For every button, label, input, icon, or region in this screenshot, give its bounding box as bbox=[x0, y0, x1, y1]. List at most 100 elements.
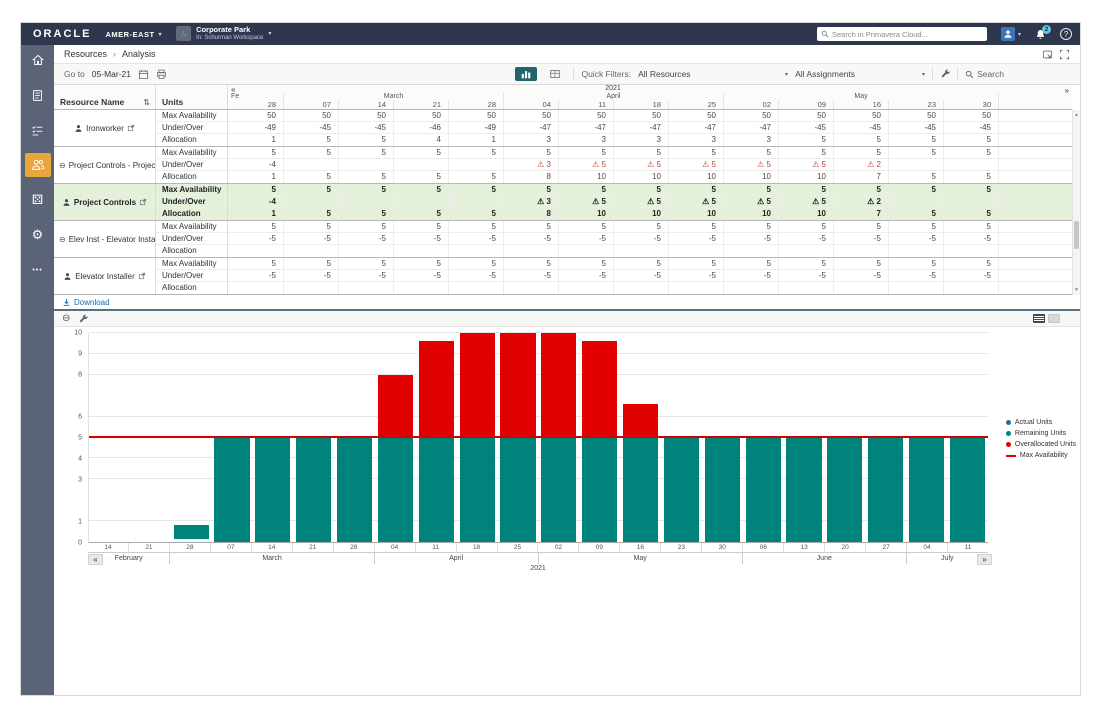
goto-date-field[interactable]: 05-Mar-21 bbox=[92, 69, 131, 79]
usage-bar[interactable] bbox=[623, 404, 659, 542]
chart-settings-button[interactable] bbox=[78, 314, 88, 324]
remaining-bar-segment[interactable] bbox=[255, 437, 291, 542]
remaining-bar-segment[interactable] bbox=[704, 437, 740, 542]
remaining-bar-segment[interactable] bbox=[337, 437, 373, 542]
global-search-box[interactable] bbox=[816, 27, 987, 41]
usage-bar[interactable] bbox=[745, 437, 781, 542]
overallocated-bar-segment[interactable] bbox=[541, 333, 577, 438]
sidebar-item-settings[interactable]: ⚙ bbox=[25, 223, 51, 247]
print-button[interactable] bbox=[156, 69, 167, 80]
histogram-view-button[interactable] bbox=[515, 67, 538, 81]
sidebar-item-more[interactable]: ••• bbox=[25, 258, 51, 282]
remaining-bar-segment[interactable] bbox=[500, 437, 536, 542]
timeline-next-button[interactable]: » bbox=[1065, 86, 1069, 95]
resource-name-cell[interactable]: ⊖Project Controls - Project Co... bbox=[54, 147, 156, 183]
workspace-selector[interactable]: ∴ Corporate Park In: Schurman Workspace … bbox=[176, 26, 271, 42]
resource-row-group[interactable]: ⊖Elev Inst - Elevator InstallerMax Avail… bbox=[54, 221, 1072, 258]
usage-bar[interactable] bbox=[173, 525, 209, 542]
resource-row-group[interactable]: Elevator Installer Max Availability Under/… bbox=[54, 258, 1072, 295]
sidebar-item-home[interactable] bbox=[25, 48, 51, 72]
resource-name-cell[interactable]: ⊖Elev Inst - Elevator Installer bbox=[54, 221, 156, 257]
remaining-bar-segment[interactable] bbox=[909, 437, 945, 542]
scroll-down-icon[interactable]: ▼ bbox=[1074, 287, 1079, 293]
legend-item[interactable]: Remaining Units bbox=[1005, 430, 1076, 437]
remaining-bar-segment[interactable] bbox=[296, 437, 332, 542]
overallocated-bar-segment[interactable] bbox=[582, 341, 618, 438]
remaining-bar-segment[interactable] bbox=[418, 437, 454, 543]
usage-bar[interactable] bbox=[909, 437, 945, 542]
open-details-icon[interactable] bbox=[138, 272, 146, 280]
collapse-icon[interactable]: ⊖ bbox=[59, 235, 66, 244]
legend-item[interactable]: Actual Units bbox=[1005, 419, 1076, 426]
fullscreen-button[interactable] bbox=[1059, 49, 1070, 60]
sidebar-item-resources[interactable] bbox=[24, 153, 51, 177]
usage-bar[interactable] bbox=[418, 341, 454, 543]
resource-name-cell[interactable]: Elevator Installer bbox=[54, 258, 156, 294]
resources-filter-dropdown[interactable]: All Resources ▾ bbox=[638, 69, 788, 79]
overallocated-bar-segment[interactable] bbox=[459, 333, 495, 438]
resource-row-group[interactable]: ⊖Project Controls - Project Co...Max Ava… bbox=[54, 147, 1072, 184]
resource-name-cell[interactable]: Ironworker bbox=[54, 110, 156, 146]
remaining-bar-segment[interactable] bbox=[214, 437, 250, 542]
usage-bar[interactable] bbox=[786, 437, 822, 542]
help-button[interactable]: ? bbox=[1060, 28, 1072, 40]
global-search-input[interactable] bbox=[831, 29, 977, 39]
remaining-bar-segment[interactable] bbox=[745, 437, 781, 542]
usage-bar[interactable] bbox=[827, 437, 863, 542]
open-details-icon[interactable] bbox=[139, 198, 147, 206]
resource-name-column-header[interactable]: Resource Name ⇅ bbox=[54, 85, 156, 109]
collapse-icon[interactable]: ⊖ bbox=[59, 161, 66, 170]
sidebar-item-portfolio[interactable] bbox=[25, 83, 51, 107]
remaining-bar-segment[interactable] bbox=[377, 437, 413, 543]
chart-scroll-right-button[interactable]: » bbox=[977, 554, 992, 565]
usage-bar[interactable] bbox=[500, 333, 536, 542]
open-details-icon[interactable] bbox=[127, 124, 135, 132]
download-link[interactable]: Download bbox=[62, 298, 110, 307]
usage-bar[interactable] bbox=[214, 437, 250, 542]
usage-bar[interactable] bbox=[582, 341, 618, 543]
usage-bar[interactable] bbox=[663, 437, 700, 542]
vertical-scrollbar[interactable]: ▲ ▼ bbox=[1072, 110, 1080, 295]
usage-bar[interactable] bbox=[868, 437, 904, 542]
remaining-bar-segment[interactable] bbox=[623, 437, 659, 542]
chart-scroll-left-button[interactable]: « bbox=[88, 554, 103, 565]
assignments-filter-dropdown[interactable]: All Assignments ▾ bbox=[795, 69, 925, 79]
overallocated-bar-segment[interactable] bbox=[377, 374, 413, 438]
resource-name-cell[interactable]: Project Controls bbox=[54, 184, 156, 220]
customize-button[interactable] bbox=[940, 69, 950, 79]
resource-row-group[interactable]: Ironworker Max Availability Under/Over Allo… bbox=[54, 110, 1072, 147]
remaining-bar-segment[interactable] bbox=[949, 437, 986, 542]
remaining-bar-segment[interactable] bbox=[868, 437, 904, 542]
legend-item[interactable]: Max Availability bbox=[1005, 452, 1076, 459]
remaining-bar-segment[interactable] bbox=[786, 437, 822, 542]
legend-item[interactable]: Overallocated Units bbox=[1005, 441, 1076, 448]
dock-panel-button[interactable] bbox=[1042, 49, 1053, 60]
spreadsheet-view-button[interactable] bbox=[544, 67, 566, 81]
sort-icon[interactable]: ⇅ bbox=[143, 98, 150, 107]
usage-bar[interactable] bbox=[459, 333, 495, 542]
notifications-button[interactable]: 2 bbox=[1035, 24, 1051, 40]
usage-bar[interactable] bbox=[949, 437, 986, 542]
remaining-bar-segment[interactable] bbox=[173, 525, 209, 539]
overallocated-bar-segment[interactable] bbox=[500, 333, 536, 438]
table-search-button[interactable]: Search bbox=[965, 69, 1004, 79]
breadcrumb-resources[interactable]: Resources bbox=[64, 49, 107, 59]
sidebar-item-activities[interactable] bbox=[25, 118, 51, 142]
usage-bar[interactable] bbox=[255, 437, 291, 542]
remaining-bar-segment[interactable] bbox=[827, 437, 863, 542]
usage-bar[interactable] bbox=[541, 333, 577, 542]
overallocated-bar-segment[interactable] bbox=[418, 341, 454, 438]
usage-bar[interactable] bbox=[704, 437, 740, 542]
alternate-view-icon[interactable] bbox=[1048, 314, 1060, 323]
calendar-button[interactable] bbox=[138, 69, 149, 80]
usage-bar[interactable] bbox=[337, 437, 373, 542]
org-selector[interactable]: AMER-EAST ▾ bbox=[105, 30, 162, 39]
remaining-bar-segment[interactable] bbox=[663, 437, 700, 542]
remaining-bar-segment[interactable] bbox=[541, 437, 577, 542]
collapse-chart-button[interactable]: ⊖ bbox=[62, 313, 70, 324]
usage-bar[interactable] bbox=[296, 437, 332, 542]
stacked-histogram-view-icon[interactable] bbox=[1033, 314, 1045, 323]
overallocated-bar-segment[interactable] bbox=[623, 404, 659, 438]
sidebar-item-risk[interactable]: ⚄ bbox=[25, 188, 51, 212]
usage-bar[interactable] bbox=[377, 374, 413, 543]
